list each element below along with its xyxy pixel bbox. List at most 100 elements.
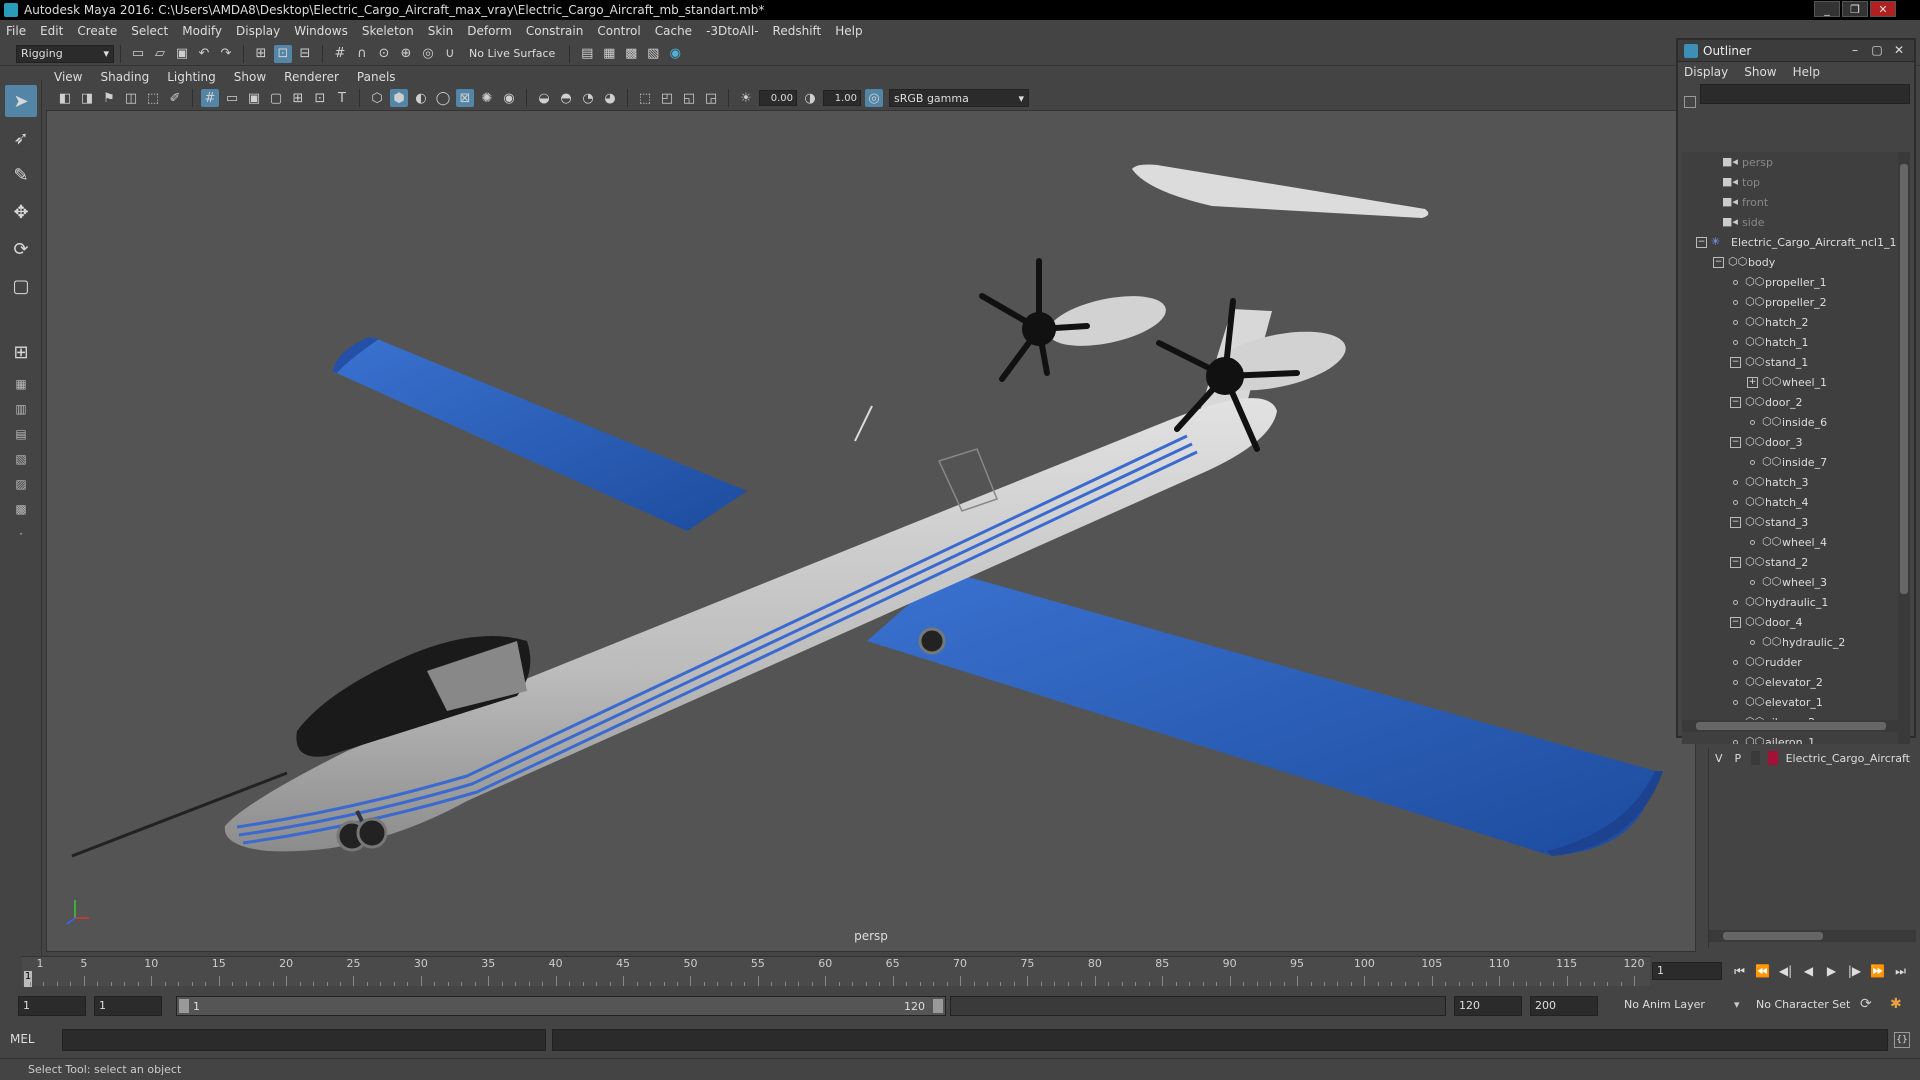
maximize-button[interactable]: ❐ [1842, 1, 1868, 17]
snap-view-icon[interactable]: ⊕ [397, 45, 415, 63]
menu-display[interactable]: Display [236, 24, 280, 38]
snap-grid-icon[interactable]: # [331, 45, 349, 63]
exposure-field[interactable]: 0.00 [759, 90, 797, 106]
step-back-key-icon[interactable]: ⏪ [1751, 964, 1774, 978]
perspective-viewport[interactable]: persp [46, 110, 1696, 952]
outliner-search-input[interactable] [1700, 84, 1910, 104]
panel-menu-renderer[interactable]: Renderer [284, 70, 339, 84]
all-lights-icon[interactable]: ◉ [500, 89, 518, 107]
time-slider[interactable]: 1 1 5 10 15 20 25 30 35 40 45 50 55 60 65 70 75 80 85 90 95… [22, 956, 1650, 987]
layer-playback-toggle[interactable]: P [1735, 752, 1742, 765]
render-frame-icon[interactable]: ▩ [622, 45, 640, 63]
command-language-label[interactable]: MEL [10, 1032, 35, 1046]
outliner-item[interactable]: ⬡⬡ wheel_3 [1682, 572, 1900, 592]
layout-single-icon[interactable]: ▦ [5, 373, 37, 395]
redshift-icon[interactable]: ◉ [666, 45, 684, 63]
outliner-item[interactable]: ■◂ side [1682, 212, 1900, 232]
outliner-menu-display[interactable]: Display [1684, 65, 1728, 79]
menu-constrain[interactable]: Constrain [526, 24, 584, 38]
play-backward-icon[interactable]: ◀ [1797, 964, 1820, 978]
xray-components-icon[interactable]: ◲ [702, 89, 720, 107]
color-management-icon[interactable]: ◎ [865, 89, 883, 107]
menu-modify[interactable]: Modify [182, 24, 222, 38]
range-track[interactable] [950, 996, 1446, 1016]
layer-name[interactable]: Electric_Cargo_Aircraft [1786, 752, 1910, 765]
select-component-icon[interactable]: ⊟ [296, 45, 314, 63]
scroll-thumb[interactable] [1696, 722, 1886, 730]
select-tool-icon[interactable]: ➤ [5, 85, 37, 117]
outliner-title-bar[interactable]: Outliner – ▢ ✕ [1678, 40, 1914, 62]
save-scene-icon[interactable]: ▣ [173, 45, 191, 63]
outliner-item[interactable]: − ✳ Electric_Cargo_Aircraft_ncl1_1 [1682, 232, 1900, 252]
layer-scrollbar[interactable] [1709, 930, 1916, 942]
outliner-item[interactable]: ⬡⬡ aileron_1 [1682, 732, 1900, 744]
panel-menu-show[interactable]: Show [234, 70, 266, 84]
view-transform-dropdown[interactable]: sRGB gamma ▾ [889, 89, 1029, 107]
film-gate-toggle-icon[interactable]: ▭ [223, 89, 241, 107]
redo-icon[interactable]: ↷ [217, 45, 235, 63]
isolate-select-icon[interactable]: ⬚ [636, 89, 654, 107]
xray-icon[interactable]: ◰ [658, 89, 676, 107]
camera-select-icon[interactable]: ◧ [56, 89, 74, 107]
close-button[interactable]: ✕ [1870, 1, 1896, 17]
render-view-icon[interactable]: ▦ [600, 45, 618, 63]
collapse-icon[interactable]: − [1713, 256, 1724, 268]
scale-tool-icon[interactable]: ▢ [5, 270, 37, 302]
outliner-minimize-icon[interactable]: – [1844, 43, 1866, 57]
step-back-frame-icon[interactable]: ◀| [1774, 964, 1797, 978]
outliner-item[interactable]: ⬡⬡ rudder [1682, 652, 1900, 672]
outliner-item[interactable]: − ⬡⬡ door_3 [1682, 432, 1900, 452]
animation-preferences-icon[interactable]: ✱ [1890, 996, 1902, 1012]
step-forward-frame-icon[interactable]: |▶ [1843, 964, 1866, 978]
anim-layer-dropdown[interactable]: No Anim Layer [1620, 996, 1744, 1016]
scroll-thumb[interactable] [1723, 932, 1823, 940]
render-settings-icon[interactable]: ▤ [578, 45, 596, 63]
outliner-vertical-scrollbar[interactable] [1898, 152, 1910, 744]
outliner-item[interactable]: ⬡⬡ hydraulic_2 [1682, 632, 1900, 652]
minimize-button[interactable]: _ [1814, 1, 1840, 17]
xray-joints-icon[interactable]: ◱ [680, 89, 698, 107]
textured-icon[interactable]: ✺ [478, 89, 496, 107]
outliner-item[interactable]: ⬡⬡ hatch_4 [1682, 492, 1900, 512]
outliner-item[interactable]: ■◂ front [1682, 192, 1900, 212]
motion-blur-icon[interactable]: ◔ [579, 89, 597, 107]
expand-icon[interactable]: + [1747, 376, 1758, 388]
outliner-item[interactable]: ⬡⬡ elevator_1 [1682, 692, 1900, 712]
gamma-icon[interactable]: ◑ [801, 89, 819, 107]
panel-menu-panels[interactable]: Panels [357, 70, 396, 84]
script-editor-icon[interactable]: {} [1894, 1032, 1910, 1048]
menu-skeleton[interactable]: Skeleton [362, 24, 414, 38]
collapse-icon[interactable]: − [1730, 436, 1741, 448]
layout-two-icon[interactable]: ▤ [5, 423, 37, 445]
outliner-item[interactable]: ⬡⬡ hydraulic_1 [1682, 592, 1900, 612]
outliner-item[interactable]: − ⬡⬡ stand_3 [1682, 512, 1900, 532]
grease-pencil-icon[interactable]: ✐ [166, 89, 184, 107]
collapse-icon[interactable]: − [1730, 616, 1741, 628]
exposure-icon[interactable]: ☀ [737, 89, 755, 107]
menu-file[interactable]: File [6, 24, 26, 38]
outliner-item[interactable]: − ⬡⬡ stand_1 [1682, 352, 1900, 372]
layer-color-swatch[interactable] [1768, 751, 1778, 765]
current-frame-field[interactable]: 1 [1652, 962, 1722, 980]
step-forward-key-icon[interactable]: ⏩ [1866, 964, 1889, 978]
outliner-item[interactable]: + ⬡⬡ wheel_1 [1682, 372, 1900, 392]
layer-row[interactable]: V P Electric_Cargo_Aircraft [1709, 748, 1916, 768]
flat-shade-icon[interactable]: ◯ [434, 89, 452, 107]
grid-icon[interactable]: # [201, 89, 219, 107]
go-to-end-icon[interactable]: ⏭ [1889, 964, 1912, 979]
panel-menu-lighting[interactable]: Lighting [167, 70, 216, 84]
command-input[interactable] [62, 1029, 546, 1051]
panel-menu-shading[interactable]: Shading [100, 70, 149, 84]
panel-menu-view[interactable]: View [54, 70, 82, 84]
outliner-item[interactable]: ■◂ persp [1682, 152, 1900, 172]
menu-edit[interactable]: Edit [40, 24, 63, 38]
menu-redshift[interactable]: Redshift [773, 24, 822, 38]
safe-title-icon[interactable]: T [333, 89, 351, 107]
menu-deform[interactable]: Deform [467, 24, 512, 38]
menu-help[interactable]: Help [835, 24, 862, 38]
new-scene-icon[interactable]: ▭ [129, 45, 147, 63]
undo-icon[interactable]: ↶ [195, 45, 213, 63]
gamma-field[interactable]: 1.00 [823, 90, 861, 106]
layout-outliner-icon[interactable]: ▧ [5, 448, 37, 470]
outliner-item[interactable]: ⬡⬡ hatch_3 [1682, 472, 1900, 492]
